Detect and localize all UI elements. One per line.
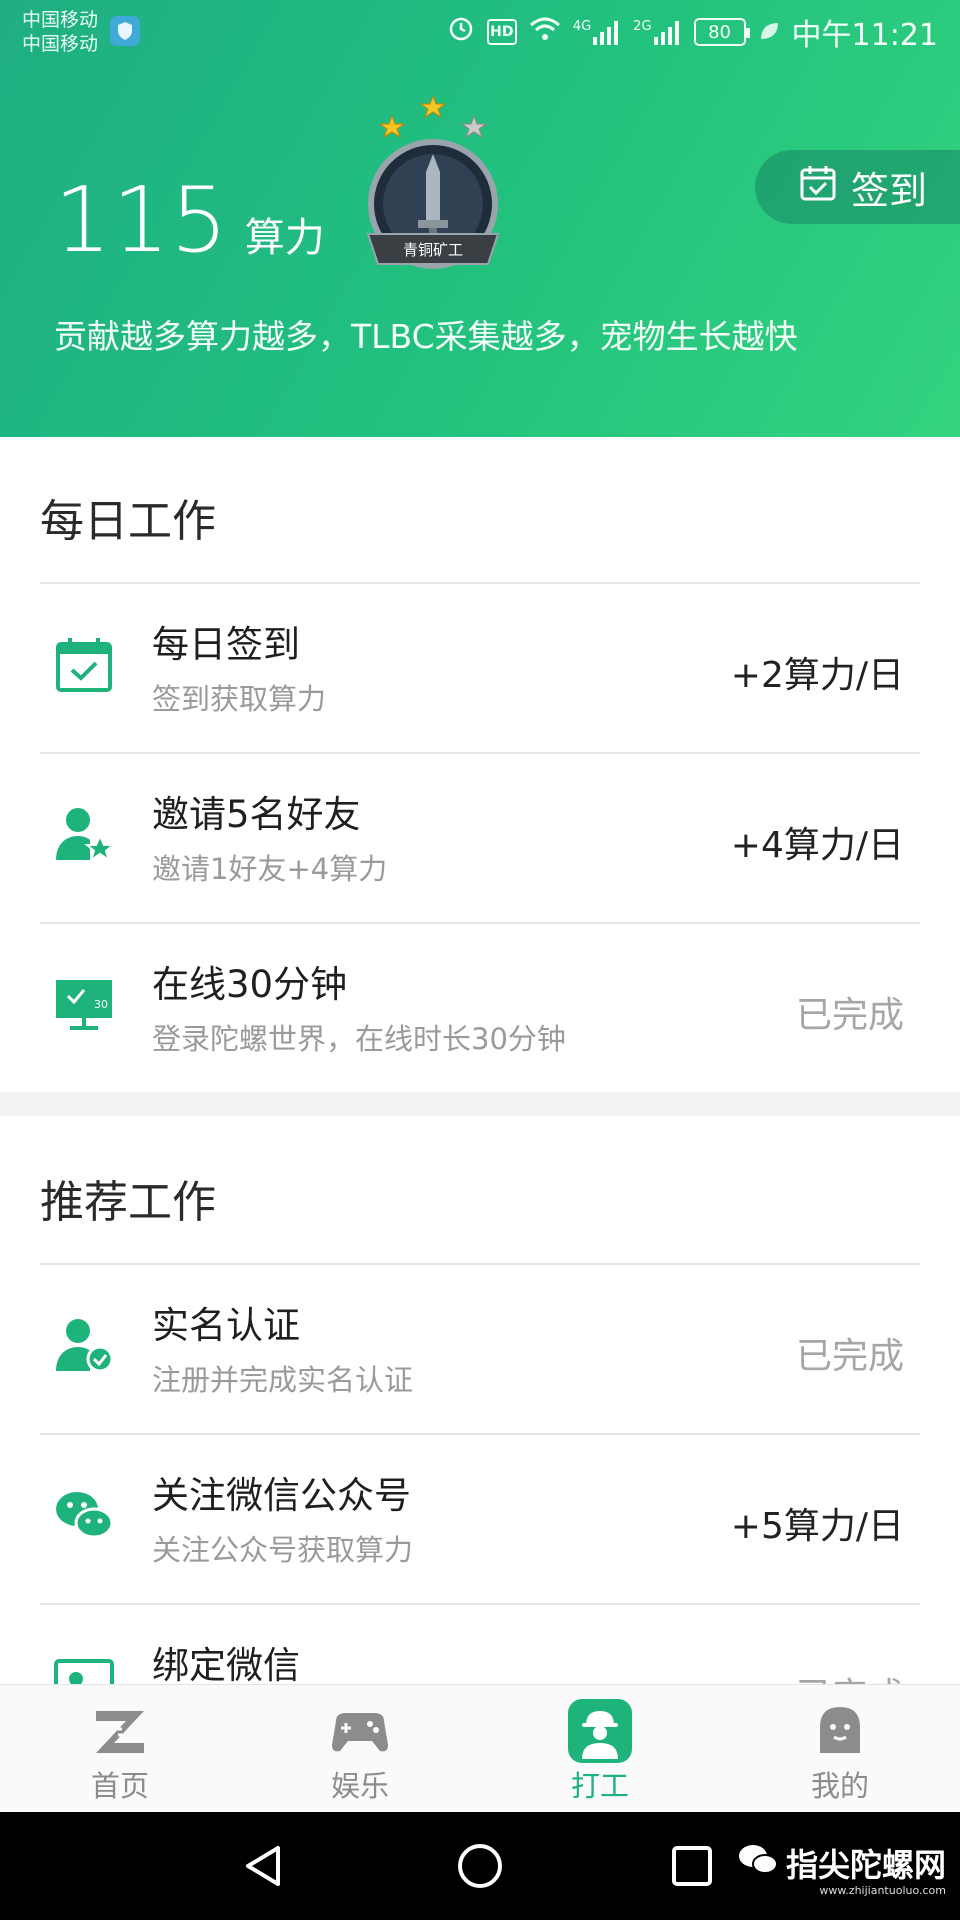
task-title: 邀请5名好友 xyxy=(152,793,361,836)
worker-icon xyxy=(568,1699,632,1763)
system-navigation-bar: 指尖陀螺网 www.zhijiantuoluo.com xyxy=(0,1812,960,1920)
wechat-watermark-icon xyxy=(738,1842,778,1884)
status-icons: HD 4G 2G 80 中午11:21 xyxy=(447,12,938,53)
task-row-real-name[interactable]: 实名认证 注册并完成实名认证 已完成 xyxy=(40,1265,920,1433)
task-subtitle: 登录陀螺世界，在线时长30分钟 xyxy=(152,1022,566,1056)
calendar-check-icon xyxy=(54,634,114,694)
task-title: 关注微信公众号 xyxy=(152,1474,411,1517)
recent-apps-icon[interactable] xyxy=(656,1830,728,1902)
shield-icon xyxy=(110,16,140,46)
task-row-daily-signin[interactable]: 每日签到 签到获取算力 +2算力/日 xyxy=(40,584,920,752)
user-star-icon xyxy=(54,804,116,864)
status-bar: 中国移动 中国移动 HD 4G 2G 80 中午11:21 xyxy=(0,0,960,64)
recommended-work-section: 推荐工作 实名认证 注册并完成实名认证 已完成 关注微信公众号 关注公众号获取算… xyxy=(0,1116,960,1684)
task-reward: +4算力/日 xyxy=(730,825,904,866)
svg-text:30: 30 xyxy=(94,998,108,1011)
task-title: 在线30分钟 xyxy=(152,963,348,1006)
wifi-icon xyxy=(529,15,561,50)
task-row-invite-friends[interactable]: 邀请5名好友 邀请1好友+4算力 +4算力/日 xyxy=(40,754,920,922)
task-status-completed: 已完成 xyxy=(796,1667,904,1684)
watermark-text: 指尖陀螺网 xyxy=(785,1846,946,1884)
slogan-text: 贡献越多算力越多，TLBC采集越多，宠物生长越快 xyxy=(54,317,798,356)
signal-4g-icon: 4G xyxy=(573,19,621,45)
daily-work-section: 每日工作 每日签到 签到获取算力 +2算力/日 邀请5名好友 邀请1好友+4算力… xyxy=(0,437,960,1092)
tab-work[interactable]: 打工 xyxy=(480,1685,720,1813)
task-row-online-30min[interactable]: 30 在线30分钟 登录陀螺世界，在线时长30分钟 已完成 xyxy=(40,924,920,1092)
user-check-icon xyxy=(54,1315,114,1375)
task-title: 每日签到 xyxy=(152,623,300,666)
score-unit: 算力 xyxy=(244,215,325,261)
battery-icon: 80 xyxy=(693,18,750,46)
watermark: 指尖陀螺网 www.zhijiantuoluo.com xyxy=(738,1840,946,1897)
tab-entertainment[interactable]: 娱乐 xyxy=(240,1685,480,1813)
signin-button[interactable]: 签到 xyxy=(755,150,960,224)
home-circle-icon[interactable] xyxy=(444,1830,516,1902)
alarm-icon xyxy=(447,14,475,50)
badge-label: 青铜矿工 xyxy=(403,241,463,259)
carrier-1: 中国移动 xyxy=(22,9,99,31)
net-label-2: 2G xyxy=(633,19,652,34)
score-display: 115 算力 xyxy=(54,168,325,273)
section-gap xyxy=(0,1092,960,1116)
tab-label: 打工 xyxy=(570,1769,629,1803)
leaf-icon xyxy=(758,15,780,50)
task-status-completed: 已完成 xyxy=(795,1336,904,1377)
calendar-check-icon xyxy=(799,164,837,211)
bind-icon xyxy=(54,1655,114,1684)
rank-badge: 青铜矿工 xyxy=(358,92,508,282)
gamepad-icon xyxy=(328,1699,392,1763)
task-subtitle: 注册并完成实名认证 xyxy=(152,1363,414,1397)
task-status-completed: 已完成 xyxy=(795,995,904,1036)
watermark-url: www.zhijiantuoluo.com xyxy=(819,1884,946,1897)
carrier-2: 中国移动 xyxy=(22,33,99,55)
ghost-profile-icon xyxy=(808,1699,872,1763)
back-icon[interactable] xyxy=(230,1830,302,1902)
task-reward: +2算力/日 xyxy=(730,655,904,696)
task-subtitle: 关注公众号获取算力 xyxy=(152,1533,414,1567)
task-subtitle: 签到获取算力 xyxy=(152,682,327,716)
tab-mine[interactable]: 我的 xyxy=(720,1685,960,1813)
rank-badge-icon: 青铜矿工 xyxy=(366,94,500,269)
section-title-recommended: 推荐工作 xyxy=(40,1177,216,1228)
monitor-icon: 30 xyxy=(54,974,114,1034)
tab-label: 娱乐 xyxy=(330,1769,389,1803)
task-row-bind-wechat[interactable]: 绑定微信 已完成 xyxy=(40,1605,920,1684)
tab-label: 首页 xyxy=(90,1769,149,1803)
signal-2g-icon: 2G xyxy=(633,19,681,45)
score-value: 115 xyxy=(54,168,229,273)
task-reward: +5算力/日 xyxy=(730,1506,904,1547)
section-title-daily: 每日工作 xyxy=(40,496,216,547)
task-row-follow-wechat[interactable]: 关注微信公众号 关注公众号获取算力 +5算力/日 xyxy=(40,1435,920,1603)
wechat-icon xyxy=(54,1485,114,1545)
net-label-1: 4G xyxy=(572,19,592,34)
task-subtitle: 邀请1好友+4算力 xyxy=(152,852,388,886)
task-title: 绑定微信 xyxy=(152,1644,300,1684)
clock-time: 中午11:21 xyxy=(791,18,938,53)
carrier-labels: 中国移动 中国移动 xyxy=(22,8,98,56)
tab-label: 我的 xyxy=(810,1769,869,1803)
signin-label: 签到 xyxy=(851,168,928,213)
hd-icon: HD xyxy=(486,19,517,45)
task-title: 实名认证 xyxy=(152,1304,300,1347)
bottom-tab-bar: 首页 娱乐 打工 我的 xyxy=(0,1684,960,1812)
header-banner: 中国移动 中国移动 HD 4G 2G 80 中午11:21 115 算力 青铜矿… xyxy=(0,0,960,437)
tab-home[interactable]: 首页 xyxy=(0,1685,240,1813)
home-z-icon xyxy=(88,1699,152,1763)
